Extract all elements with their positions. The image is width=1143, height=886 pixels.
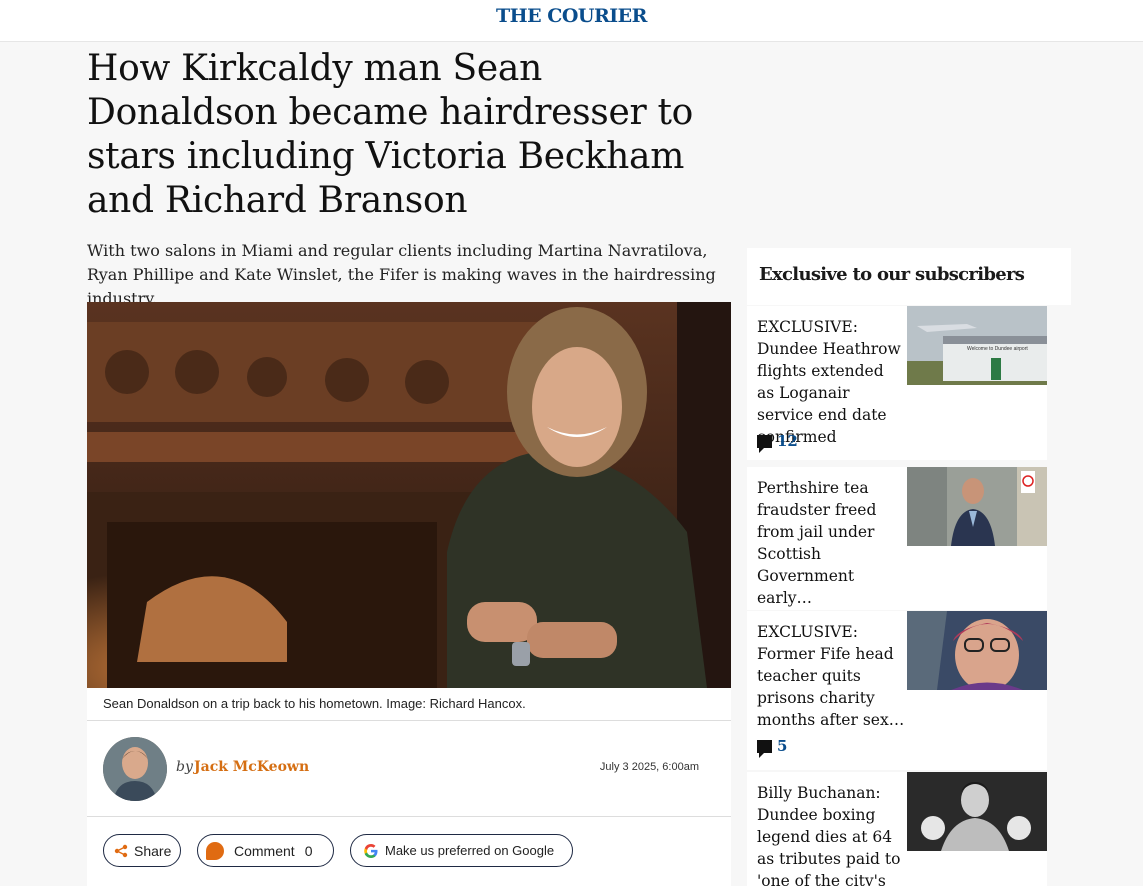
woman-photo <box>907 611 1047 690</box>
sidebar-header: Exclusive to our subscribers <box>747 248 1071 305</box>
article-standfirst: With two salons in Miami and regular cli… <box>87 241 716 308</box>
author-link[interactable]: Jack McKeown <box>194 759 309 775</box>
avatar-photo <box>103 737 167 801</box>
hero-photo <box>87 302 731 688</box>
byline-prefix: by <box>176 759 193 775</box>
sidebar-story-2[interactable]: Perthshire tea fraudster freed from jail… <box>747 467 1047 610</box>
caption-bar: Sean Donaldson on a trip back to his hom… <box>87 688 731 721</box>
story-title[interactable]: Perthshire tea fraudster freed from jail… <box>757 477 905 609</box>
article-actions: Share Comment 0 Make us preferred on Goo… <box>87 817 731 886</box>
man-suit-photo <box>907 467 1047 546</box>
sidebar-title: Exclusive to our subscribers <box>759 264 1025 285</box>
comment-label: Comment <box>234 842 295 859</box>
hero-image <box>87 302 731 688</box>
story-comments[interactable]: 12 <box>757 432 798 453</box>
google-preferred-button[interactable]: Make us preferred on Google <box>350 834 573 867</box>
publish-date: July 3 2025, 6:00am <box>599 761 699 773</box>
comment-count: 0 <box>304 842 313 859</box>
story-title[interactable]: EXCLUSIVE: Former Fife head teacher quit… <box>757 621 905 731</box>
comment-icon <box>757 739 772 758</box>
sidebar-story-3[interactable]: EXCLUSIVE: Former Fife head teacher quit… <box>747 611 1047 770</box>
byline-section: by Jack McKeown July 3 2025, 6:00am <box>87 721 731 817</box>
airport-sign: Welcome to Dundee airport <box>967 346 1028 352</box>
author-avatar[interactable] <box>103 737 167 801</box>
share-button[interactable]: Share <box>103 834 181 867</box>
site-logo[interactable]: THE COURIER <box>0 5 1143 27</box>
story-title[interactable]: EXCLUSIVE: Dundee Heathrow flights exten… <box>757 316 905 448</box>
sidebar-story-1[interactable]: EXCLUSIVE: Dundee Heathrow flights exten… <box>747 306 1047 460</box>
airport-photo: Welcome to Dundee airport <box>907 306 1047 385</box>
top-bar: THE COURIER <box>0 0 1143 42</box>
story-thumbnail[interactable] <box>907 611 1047 690</box>
story-comments[interactable]: 5 <box>757 737 788 758</box>
comment-count: 12 <box>777 432 798 450</box>
google-icon <box>364 843 378 858</box>
share-icon <box>114 844 128 857</box>
story-thumbnail[interactable]: Welcome to Dundee airport <box>907 306 1047 385</box>
article-headline: How Kirkcaldy man Sean Donaldson became … <box>87 48 694 221</box>
comment-icon <box>757 434 772 453</box>
share-label: Share <box>134 842 172 859</box>
comment-count: 5 <box>777 737 788 755</box>
story-title[interactable]: Billy Buchanan: Dundee boxing legend die… <box>757 782 905 886</box>
image-caption: Sean Donaldson on a trip back to his hom… <box>103 696 526 711</box>
story-thumbnail[interactable] <box>907 772 1047 851</box>
comment-bubble-icon <box>206 841 224 860</box>
comment-button[interactable]: Comment 0 <box>197 834 334 867</box>
boxer-photo <box>907 772 1047 851</box>
sidebar-story-4[interactable]: Billy Buchanan: Dundee boxing legend die… <box>747 772 1047 886</box>
google-label: Make us preferred on Google <box>385 843 555 858</box>
story-thumbnail[interactable] <box>907 467 1047 546</box>
